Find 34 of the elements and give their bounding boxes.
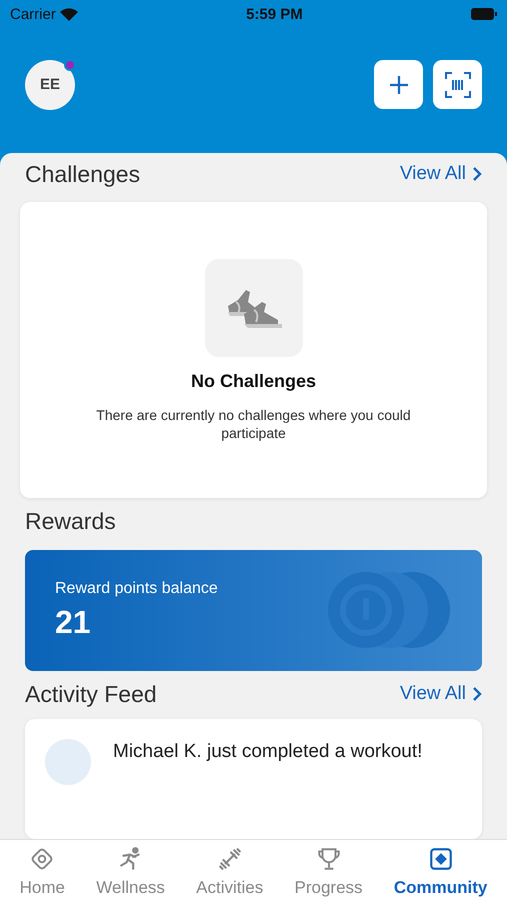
empty-message: There are currently no challenges where you could participate: [95, 406, 412, 442]
chevron-right-icon: [472, 686, 482, 702]
feed-avatar: [45, 739, 91, 786]
battery-icon: [470, 8, 497, 20]
barcode-scan-icon: [444, 72, 470, 98]
user-avatar[interactable]: EE: [25, 60, 75, 110]
tab-item[interactable]: Activities: [196, 840, 264, 900]
clock-time: 5:59 PM: [246, 6, 303, 22]
feed-text: Michael K. just completed a workout!: [113, 741, 422, 764]
section-title: Activity Feed: [25, 680, 157, 708]
scan-button[interactable]: [433, 60, 482, 109]
tab-item[interactable]: Home: [20, 840, 65, 900]
tab-item[interactable]: Community: [394, 840, 488, 900]
empty-title: No Challenges: [190, 370, 316, 392]
section-title: Rewards: [25, 508, 116, 536]
feed-card[interactable]: Michael K. just completed a workout!: [25, 719, 482, 839]
plus-icon: [388, 74, 408, 94]
wifi-icon: [60, 8, 78, 20]
add-button[interactable]: [374, 60, 423, 109]
carrier-label: Carrier: [10, 6, 56, 22]
trophy-icon: [316, 846, 342, 872]
community-icon: [428, 846, 454, 872]
view-all-link[interactable]: View All: [400, 683, 482, 706]
dumbbell-icon: [216, 846, 243, 872]
section-title: Challenges: [25, 160, 140, 188]
reward-label: Reward points balance: [55, 580, 218, 598]
tab-item[interactable]: Progress: [294, 840, 363, 900]
tab-item[interactable]: Wellness: [96, 840, 165, 900]
view-all-link[interactable]: View All: [400, 163, 482, 186]
chevron-right-icon: [472, 166, 482, 182]
reward-card[interactable]: Reward points balance 21: [25, 550, 482, 671]
reward-points: 21: [55, 604, 92, 641]
coins-icon: [326, 570, 452, 650]
home-icon: [29, 846, 56, 872]
